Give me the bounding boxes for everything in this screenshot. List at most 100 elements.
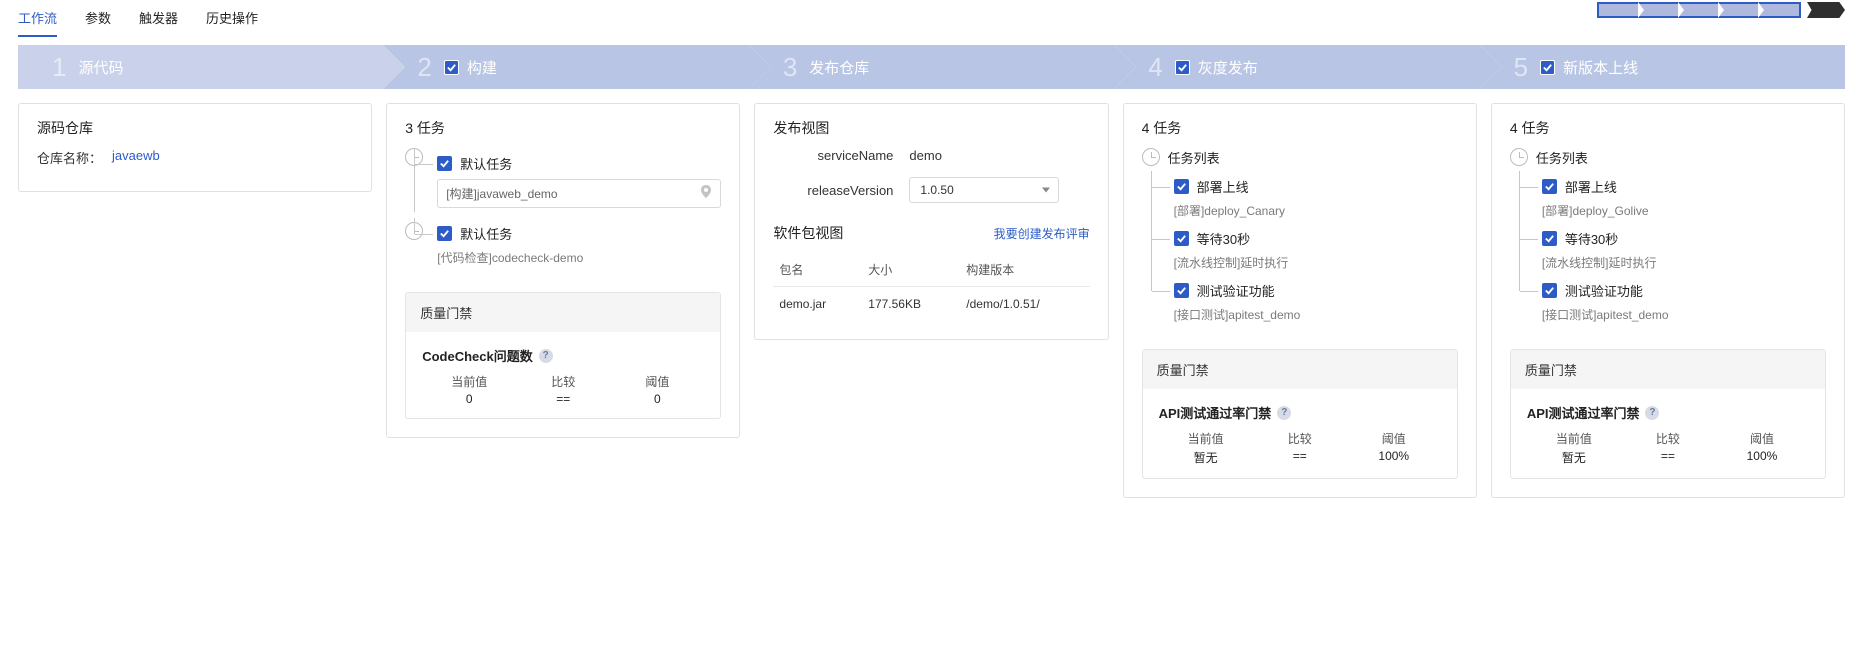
- task-checkbox-icon[interactable]: [1542, 231, 1557, 246]
- task-detail-input[interactable]: [构建]javaweb_demo: [437, 179, 721, 208]
- task-detail-text: [流水线控制]延时执行: [1174, 254, 1458, 271]
- col-threshold-label: 阈值: [1347, 430, 1441, 447]
- cell-name: demo.jar: [773, 287, 862, 322]
- quality-gate-row: 当前值暂无 比较== 阈值100%: [1159, 430, 1441, 466]
- stage-golive[interactable]: 5 新版本上线: [1480, 45, 1845, 89]
- quality-gate-header: 质量门禁: [406, 293, 720, 332]
- task-tree: 默认任务 [构建]javaweb_demo 默认任务 [代码检查]codeche…: [405, 148, 721, 270]
- task-checkbox-icon[interactable]: [1542, 283, 1557, 298]
- quality-gate: 质量门禁 API测试通过率门禁 ? 当前值暂无 比较== 阈值100%: [1142, 349, 1458, 479]
- panel-title: 发布视图: [773, 118, 1089, 138]
- location-icon: [700, 185, 712, 202]
- stage-number: 5: [1514, 52, 1528, 83]
- task-detail-text: [部署]deploy_Canary: [1174, 202, 1458, 219]
- clock-icon: [1510, 148, 1528, 166]
- stage-checkbox-icon[interactable]: [1175, 60, 1190, 75]
- col-compare-value: ==: [516, 392, 610, 406]
- panels-row: 源码仓库 仓库名称： javaewb 3 任务 默认任务 [构建]javaweb…: [0, 89, 1863, 518]
- task-detail-text: [构建]javaweb_demo: [446, 185, 557, 202]
- task-detail-text: [接口测试]apitest_demo: [1542, 306, 1826, 323]
- task-label: 测试验证功能: [1197, 281, 1275, 300]
- task-item[interactable]: 等待30秒 [流水线控制]延时执行: [1151, 223, 1458, 275]
- repo-name-link[interactable]: javaewb: [112, 148, 160, 167]
- minimap-seg: [1599, 4, 1639, 16]
- task-item[interactable]: 测试验证功能 [接口测试]apitest_demo: [1151, 275, 1458, 327]
- stage-number: 3: [783, 52, 797, 83]
- stage-build[interactable]: 2 构建: [383, 45, 748, 89]
- task-label: 默认任务: [460, 154, 512, 173]
- tab-history[interactable]: 历史操作: [206, 4, 258, 37]
- quality-gate-row: 当前值0 比较== 阈值0: [422, 373, 704, 406]
- cell-build: /demo/1.0.51/: [960, 287, 1089, 322]
- task-label: 默认任务: [460, 224, 512, 243]
- col-threshold-label: 阈值: [610, 373, 704, 390]
- task-checkbox-icon[interactable]: [1542, 179, 1557, 194]
- col-threshold-value: 100%: [1715, 449, 1809, 463]
- table-row[interactable]: demo.jar 177.56KB /demo/1.0.51/: [773, 287, 1089, 322]
- task-item[interactable]: 默认任务 [构建]javaweb_demo: [414, 148, 721, 212]
- quality-gate-metric-title: API测试通过率门禁: [1527, 403, 1640, 422]
- panel-title: 源码仓库: [37, 118, 353, 138]
- stage-row: 1 源代码 2 构建 3 发布仓库 4 灰度发布 5: [0, 45, 1863, 89]
- col-current-value: 0: [422, 392, 516, 406]
- task-detail-text: [代码检查]codecheck-demo: [437, 249, 721, 266]
- stage-checkbox-icon[interactable]: [444, 60, 459, 75]
- col-compare-label: 比较: [1253, 430, 1347, 447]
- task-label: 测试验证功能: [1565, 281, 1643, 300]
- panel-canary: 4 任务 任务列表 部署上线 [部署]deploy_Canary 等待30秒 […: [1123, 103, 1477, 498]
- stage-source[interactable]: 1 源代码: [18, 45, 383, 89]
- task-checkbox-icon[interactable]: [1174, 283, 1189, 298]
- task-checkbox-icon[interactable]: [437, 156, 452, 171]
- tab-triggers[interactable]: 触发器: [139, 4, 178, 37]
- task-label: 部署上线: [1565, 177, 1617, 196]
- tab-strip: 工作流 参数 触发器 历史操作: [18, 0, 258, 37]
- task-item[interactable]: 等待30秒 [流水线控制]延时执行: [1519, 223, 1826, 275]
- panel-title: 3 任务: [405, 118, 721, 138]
- quality-gate-header: 质量门禁: [1511, 350, 1825, 389]
- stage-number: 4: [1148, 52, 1162, 83]
- tab-workflow[interactable]: 工作流: [18, 4, 57, 37]
- cell-size: 177.56KB: [862, 287, 960, 322]
- pipeline-minimap[interactable]: [1597, 2, 1845, 18]
- task-checkbox-icon[interactable]: [1174, 231, 1189, 246]
- stage-title: 新版本上线: [1563, 57, 1638, 78]
- task-detail-text: [流水线控制]延时执行: [1542, 254, 1826, 271]
- task-checkbox-icon[interactable]: [437, 226, 452, 241]
- task-item[interactable]: 默认任务 [代码检查]codecheck-demo: [414, 218, 721, 270]
- th-name: 包名: [773, 253, 862, 287]
- stage-checkbox-icon[interactable]: [1540, 60, 1555, 75]
- col-compare-label: 比较: [1621, 430, 1715, 447]
- release-version-select[interactable]: 1.0.50: [909, 177, 1059, 203]
- col-threshold-label: 阈值: [1715, 430, 1809, 447]
- create-review-link[interactable]: 我要创建发布评审: [994, 225, 1090, 242]
- col-threshold-value: 0: [610, 392, 704, 406]
- quality-gate: 质量门禁 API测试通过率门禁 ? 当前值暂无 比较== 阈值100%: [1510, 349, 1826, 479]
- stage-number: 1: [52, 52, 66, 83]
- task-label: 等待30秒: [1565, 229, 1618, 248]
- task-detail-text: [接口测试]apitest_demo: [1174, 306, 1458, 323]
- task-tree: 任务列表 部署上线 [部署]deploy_Golive 等待30秒 [流水线控制…: [1510, 148, 1826, 327]
- task-item[interactable]: 部署上线 [部署]deploy_Canary: [1151, 171, 1458, 223]
- col-current-label: 当前值: [422, 373, 516, 390]
- help-icon[interactable]: ?: [1645, 406, 1659, 420]
- help-icon[interactable]: ?: [1277, 406, 1291, 420]
- task-item[interactable]: 测试验证功能 [接口测试]apitest_demo: [1519, 275, 1826, 327]
- col-current-value: 暂无: [1527, 449, 1621, 466]
- col-current-label: 当前值: [1527, 430, 1621, 447]
- stage-release[interactable]: 3 发布仓库: [749, 45, 1114, 89]
- stage-title: 源代码: [78, 57, 123, 78]
- task-checkbox-icon[interactable]: [1174, 179, 1189, 194]
- panel-release: 发布视图 serviceName demo releaseVersion 1.0…: [754, 103, 1108, 340]
- help-icon[interactable]: ?: [539, 349, 553, 363]
- stage-title: 发布仓库: [809, 57, 869, 78]
- col-compare-value: ==: [1253, 449, 1347, 463]
- stage-canary[interactable]: 4 灰度发布: [1114, 45, 1479, 89]
- quality-gate: 质量门禁 CodeCheck问题数 ? 当前值0 比较== 阈值0: [405, 292, 721, 419]
- service-name-value: demo: [909, 148, 942, 163]
- minimap-seg: [1759, 4, 1799, 16]
- task-item[interactable]: 部署上线 [部署]deploy_Golive: [1519, 171, 1826, 223]
- task-list-label: 任务列表: [1168, 148, 1458, 171]
- clock-icon: [1142, 148, 1160, 166]
- tab-params[interactable]: 参数: [85, 4, 111, 37]
- panel-build: 3 任务 默认任务 [构建]javaweb_demo: [386, 103, 740, 438]
